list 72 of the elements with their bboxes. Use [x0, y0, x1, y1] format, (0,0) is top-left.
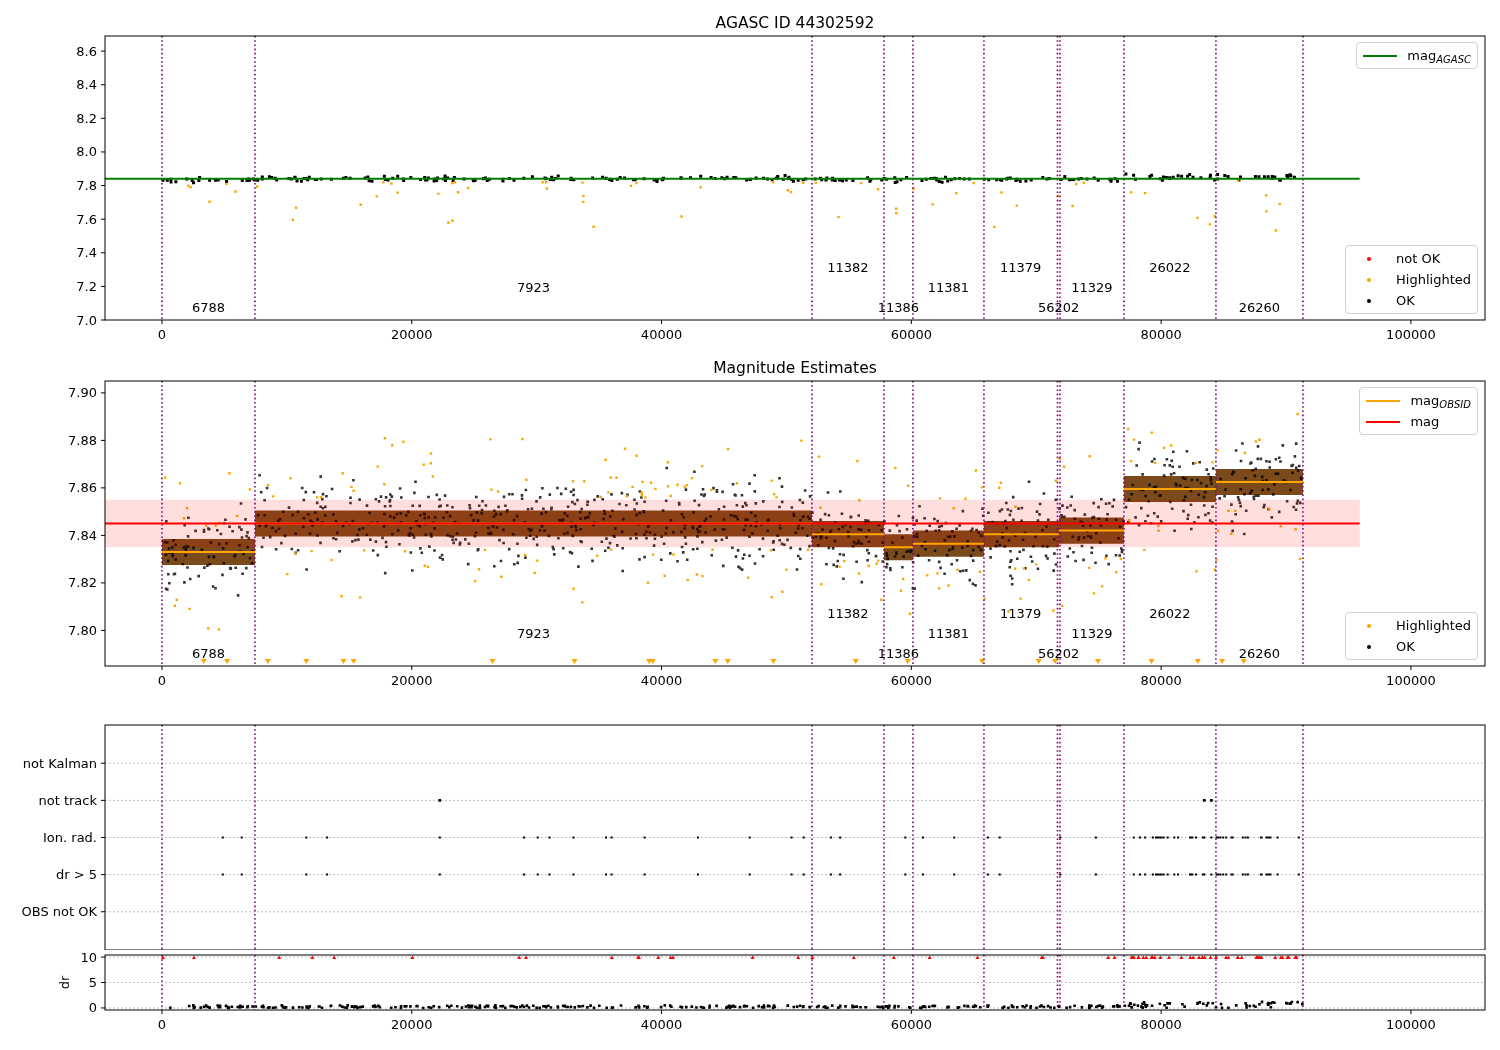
x-tick-label: 20000 [391, 1017, 433, 1032]
x-tick-label: 40000 [640, 327, 683, 342]
x-tick-label: 0 [157, 1017, 167, 1032]
x-tick-label: 60000 [890, 673, 932, 688]
obsid-label: 11329 [1071, 626, 1113, 641]
obsid-label: 26022 [1149, 606, 1191, 621]
legend-label: Highlighted [1396, 617, 1471, 635]
y-tick-label: 10 [80, 950, 97, 965]
obsid-label: 7923 [516, 280, 550, 295]
y-tick-label: 8.0 [76, 144, 97, 160]
obsid-label: 56202 [1038, 300, 1080, 315]
y-tick-label: 8.2 [76, 110, 97, 126]
y-tick-label: 7.88 [68, 432, 97, 448]
y-axis-label: dr [57, 975, 72, 990]
x-tick-label: 80000 [1140, 673, 1182, 688]
x-tick-label: 80000 [1140, 1017, 1182, 1032]
x-tick-label: 40000 [640, 1017, 683, 1032]
y-tick-label: 8.4 [76, 77, 97, 93]
y-tick-label: 0 [88, 1000, 97, 1016]
y-tick-label: 7.86 [68, 480, 97, 496]
obsid-label: 26260 [1238, 300, 1281, 315]
legend-label: mag$_{AGASC}$ [1407, 47, 1471, 66]
chart-title: AGASC ID 44302592 [715, 14, 875, 32]
row-label: not Kalman [22, 755, 97, 771]
obsid-label: 56202 [1038, 646, 1080, 661]
obsid-label: 11386 [877, 646, 920, 661]
x-tick-label: 100000 [1386, 673, 1436, 688]
x-tick-label: 20000 [391, 673, 433, 688]
x-tick-label: 80000 [1140, 327, 1182, 342]
row-label: OBS not OK [21, 904, 97, 920]
obsid-label: 11381 [927, 280, 970, 295]
x-tick-label: 20000 [391, 327, 433, 342]
y-tick-label: 7.82 [68, 575, 97, 591]
chart-title: Magnitude Estimates [713, 359, 877, 377]
y-tick-label: 7.0 [76, 312, 97, 328]
x-tick-label: 40000 [640, 673, 683, 688]
obsid-label: 11382 [827, 606, 869, 621]
row-label: dr > 5 [55, 867, 97, 883]
y-tick-label: 8.6 [76, 43, 97, 59]
obsid-label: 11379 [1000, 260, 1042, 275]
x-tick-label: 0 [157, 673, 167, 688]
legend-label: OK [1396, 292, 1415, 310]
legend-label: not OK [1396, 250, 1441, 268]
obsid-label: 11379 [1000, 606, 1042, 621]
y-tick-label: 7.90 [68, 385, 97, 401]
obsid-label: 26022 [1149, 260, 1191, 275]
obsid-label: 6788 [191, 646, 225, 661]
obsid-label: 7923 [516, 626, 550, 641]
y-tick-label: 7.6 [76, 211, 97, 227]
y-tick-label: 7.8 [76, 178, 97, 194]
obsid-label: 11329 [1071, 280, 1113, 295]
obsid-label: 6788 [191, 300, 225, 315]
obsid-label: 11386 [877, 300, 920, 315]
x-tick-label: 60000 [890, 327, 932, 342]
y-tick-label: 7.4 [76, 245, 97, 261]
y-tick-label: 7.84 [68, 527, 97, 543]
legend-label: Highlighted [1396, 271, 1471, 289]
obsid-label: 11382 [827, 260, 869, 275]
row-label: Ion. rad. [43, 830, 97, 845]
y-tick-label: 7.80 [68, 622, 97, 638]
obsid-label: 11381 [927, 626, 970, 641]
obsid-label: 26260 [1238, 646, 1281, 661]
legend-label: OK [1396, 638, 1415, 656]
x-tick-label: 100000 [1386, 327, 1436, 342]
legend-label: mag$_{OBSID}$ [1410, 392, 1471, 411]
x-tick-label: 60000 [890, 1017, 932, 1032]
y-tick-label: 5 [88, 975, 97, 990]
row-label: not track [38, 792, 97, 808]
x-tick-label: 0 [157, 327, 167, 342]
y-tick-label: 7.2 [76, 278, 97, 294]
x-tick-label: 100000 [1386, 1017, 1436, 1032]
legend-label: mag [1410, 413, 1440, 431]
